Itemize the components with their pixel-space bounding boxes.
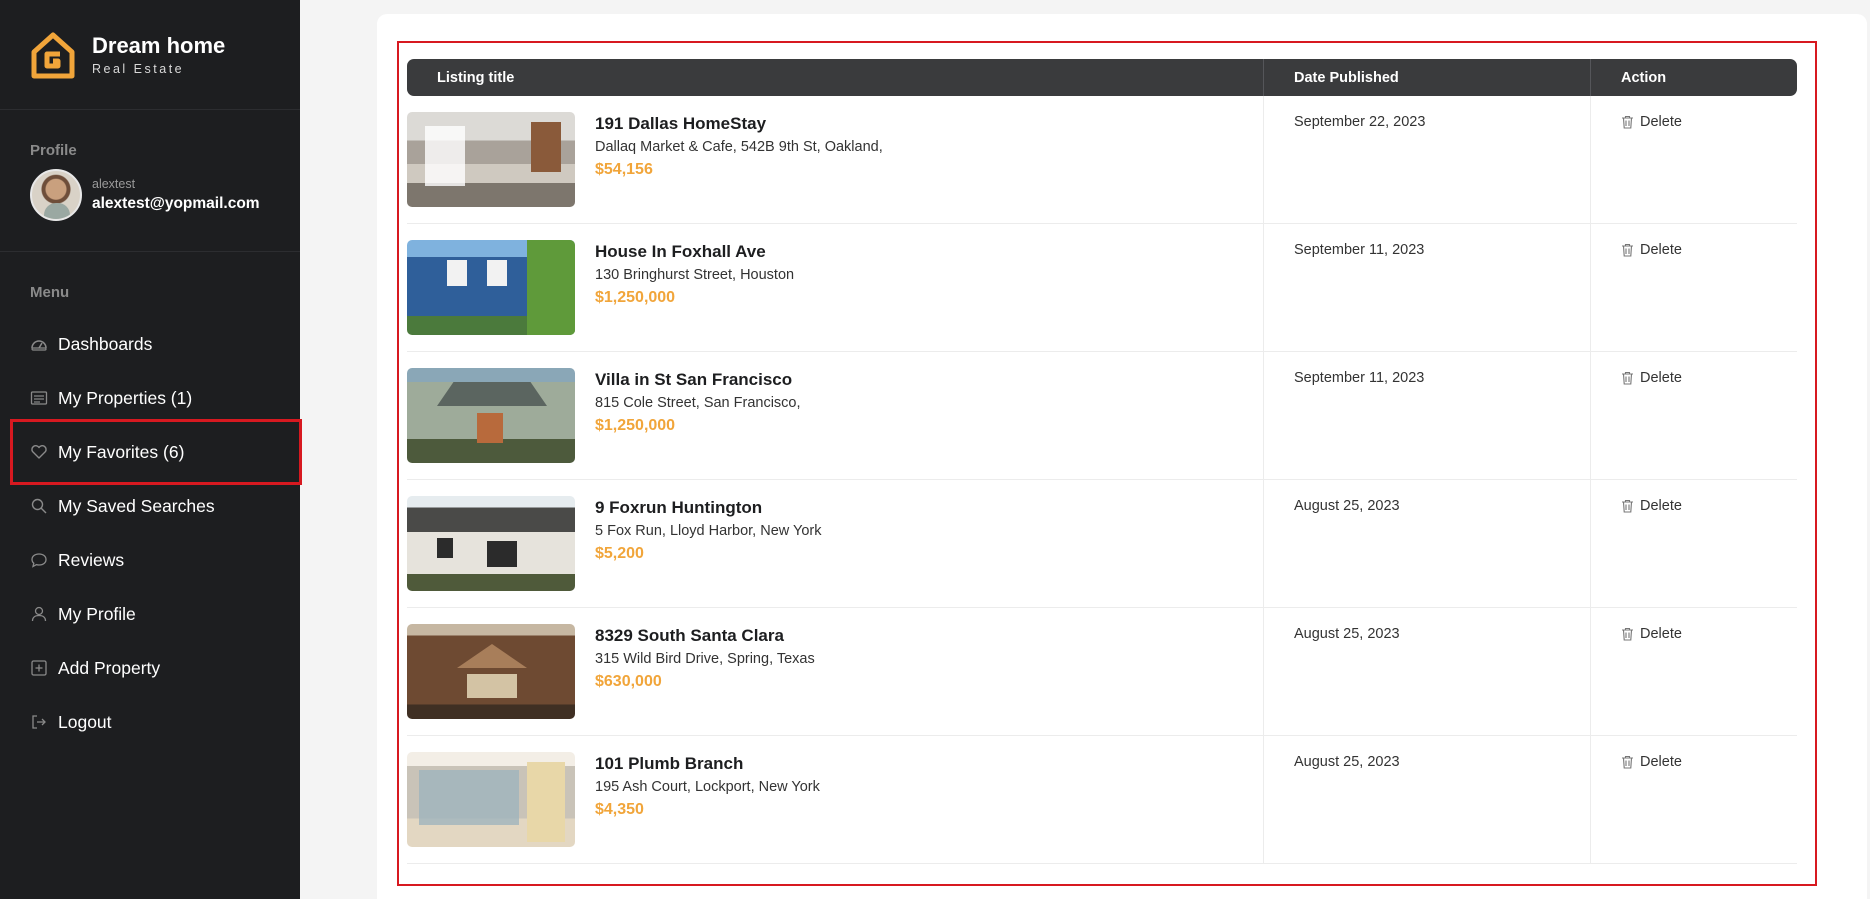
brand[interactable]: Dream home Real Estate <box>0 0 300 110</box>
listing-title[interactable]: 9 Foxrun Huntington <box>595 498 821 518</box>
delete-button[interactable]: Delete <box>1621 370 1682 386</box>
listing-price: $5,200 <box>595 545 644 562</box>
dashboard-icon <box>30 335 48 353</box>
header-listing-title: Listing title <box>407 59 1264 96</box>
listing-price: $1,250,000 <box>595 417 676 434</box>
listing-address: 315 Wild Bird Drive, Spring, Texas <box>595 651 815 667</box>
header-action: Action <box>1621 69 1667 86</box>
listing-title[interactable]: Villa in St San Francisco <box>595 370 801 390</box>
favorites-table: Listing title Date Published Action 191 … <box>407 59 1797 864</box>
brand-name: Dream home <box>92 33 226 58</box>
delete-label: Delete <box>1640 626 1682 642</box>
listing-price: $630,000 <box>595 673 662 690</box>
sidebar-item-reviews[interactable]: Reviews <box>0 533 300 587</box>
sidebar-item-label: Dashboards <box>58 333 153 354</box>
listing-thumbnail[interactable] <box>407 496 575 591</box>
sidebar-item-label: My Favorites (6) <box>58 441 185 462</box>
listing-thumbnail[interactable] <box>407 368 575 463</box>
listing-price: $54,156 <box>595 161 653 178</box>
sidebar-item-logout[interactable]: Logout <box>0 695 300 749</box>
delete-label: Delete <box>1640 242 1682 258</box>
listing-thumbnail[interactable] <box>407 112 575 207</box>
heart-icon <box>30 443 48 461</box>
table-row: 101 Plumb Branch 195 Ash Court, Lockport… <box>407 736 1797 864</box>
brand-tagline: Real Estate <box>92 62 185 76</box>
table-row: 191 Dallas HomeStay Dallaq Market & Cafe… <box>407 96 1797 224</box>
listing-price: $4,350 <box>595 801 644 818</box>
avatar[interactable] <box>30 169 82 221</box>
delete-button[interactable]: Delete <box>1621 498 1682 514</box>
list-icon <box>30 389 48 407</box>
listing-address: Dallaq Market & Cafe, 542B 9th St, Oakla… <box>595 139 883 155</box>
trash-icon <box>1622 371 1633 385</box>
sidebar-item-saved-searches[interactable]: My Saved Searches <box>0 479 300 533</box>
sidebar-item-label: My Properties (1) <box>58 387 193 408</box>
sidebar: Dream home Real Estate Profile alextest … <box>0 0 302 899</box>
table-row: 8329 South Santa Clara 315 Wild Bird Dri… <box>407 608 1797 736</box>
delete-label: Delete <box>1640 754 1682 770</box>
logout-icon <box>30 713 48 731</box>
trash-icon <box>1622 243 1633 257</box>
sidebar-item-label: My Profile <box>58 603 136 624</box>
listing-title[interactable]: 101 Plumb Branch <box>595 754 820 774</box>
user-icon <box>30 605 48 623</box>
listing-address: 130 Bringhurst Street, Houston <box>595 267 795 283</box>
listing-address: 815 Cole Street, San Francisco, <box>595 395 801 411</box>
listing-thumbnail[interactable] <box>407 240 575 335</box>
listing-thumbnail[interactable] <box>407 752 575 847</box>
listing-date: August 25, 2023 <box>1264 608 1591 735</box>
listing-price: $1,250,000 <box>595 289 676 306</box>
table-row: Villa in St San Francisco 815 Cole Stree… <box>407 352 1797 480</box>
trash-icon <box>1622 627 1633 641</box>
delete-button[interactable]: Delete <box>1621 754 1682 770</box>
header-date-published: Date Published <box>1264 59 1591 96</box>
listing-date: August 25, 2023 <box>1264 480 1591 607</box>
profile-username: alextest <box>92 177 136 191</box>
listing-title[interactable]: House In Foxhall Ave <box>595 242 794 262</box>
listing-address: 195 Ash Court, Lockport, New York <box>595 779 820 795</box>
sidebar-item-my-properties[interactable]: My Properties (1) <box>0 371 300 425</box>
listing-date: September 22, 2023 <box>1264 96 1591 223</box>
delete-button[interactable]: Delete <box>1621 114 1682 130</box>
menu-label: Menu <box>30 284 70 301</box>
sidebar-item-label: Logout <box>58 711 112 732</box>
search-icon <box>30 497 48 515</box>
trash-icon <box>1622 499 1633 513</box>
delete-button[interactable]: Delete <box>1621 626 1682 642</box>
delete-label: Delete <box>1640 498 1682 514</box>
profile-section: Profile alextest alextest@yopmail.com <box>0 110 300 252</box>
plus-square-icon <box>30 659 48 677</box>
house-logo-icon <box>31 32 75 78</box>
sidebar-item-my-profile[interactable]: My Profile <box>0 587 300 641</box>
table-row: House In Foxhall Ave 130 Bringhurst Stre… <box>407 224 1797 352</box>
table-header: Listing title Date Published Action <box>407 59 1797 96</box>
listing-address: 5 Fox Run, Lloyd Harbor, New York <box>595 523 822 539</box>
delete-label: Delete <box>1640 370 1682 386</box>
sidebar-item-add-property[interactable]: Add Property <box>0 641 300 695</box>
sidebar-item-label: Add Property <box>58 657 161 678</box>
delete-button[interactable]: Delete <box>1621 242 1682 258</box>
sidebar-item-label: Reviews <box>58 549 125 570</box>
listing-date: September 11, 2023 <box>1264 352 1591 479</box>
listing-thumbnail[interactable] <box>407 624 575 719</box>
table-row: 9 Foxrun Huntington 5 Fox Run, Lloyd Har… <box>407 480 1797 608</box>
listing-date: August 25, 2023 <box>1264 736 1591 863</box>
sidebar-item-label: My Saved Searches <box>58 495 215 516</box>
sidebar-menu: Menu Dashboards My Properties (1) My Fav… <box>0 252 302 749</box>
listing-title[interactable]: 191 Dallas HomeStay <box>595 114 883 134</box>
chat-icon <box>30 551 48 569</box>
trash-icon <box>1622 115 1633 129</box>
profile-label: Profile <box>30 142 77 159</box>
listing-date: September 11, 2023 <box>1264 224 1591 351</box>
listing-title[interactable]: 8329 South Santa Clara <box>595 626 815 646</box>
profile-email: alextest@yopmail.com <box>92 195 260 212</box>
sidebar-item-dashboards[interactable]: Dashboards <box>0 317 300 371</box>
trash-icon <box>1622 755 1633 769</box>
delete-label: Delete <box>1640 114 1682 130</box>
sidebar-item-my-favorites[interactable]: My Favorites (6) <box>10 419 302 485</box>
